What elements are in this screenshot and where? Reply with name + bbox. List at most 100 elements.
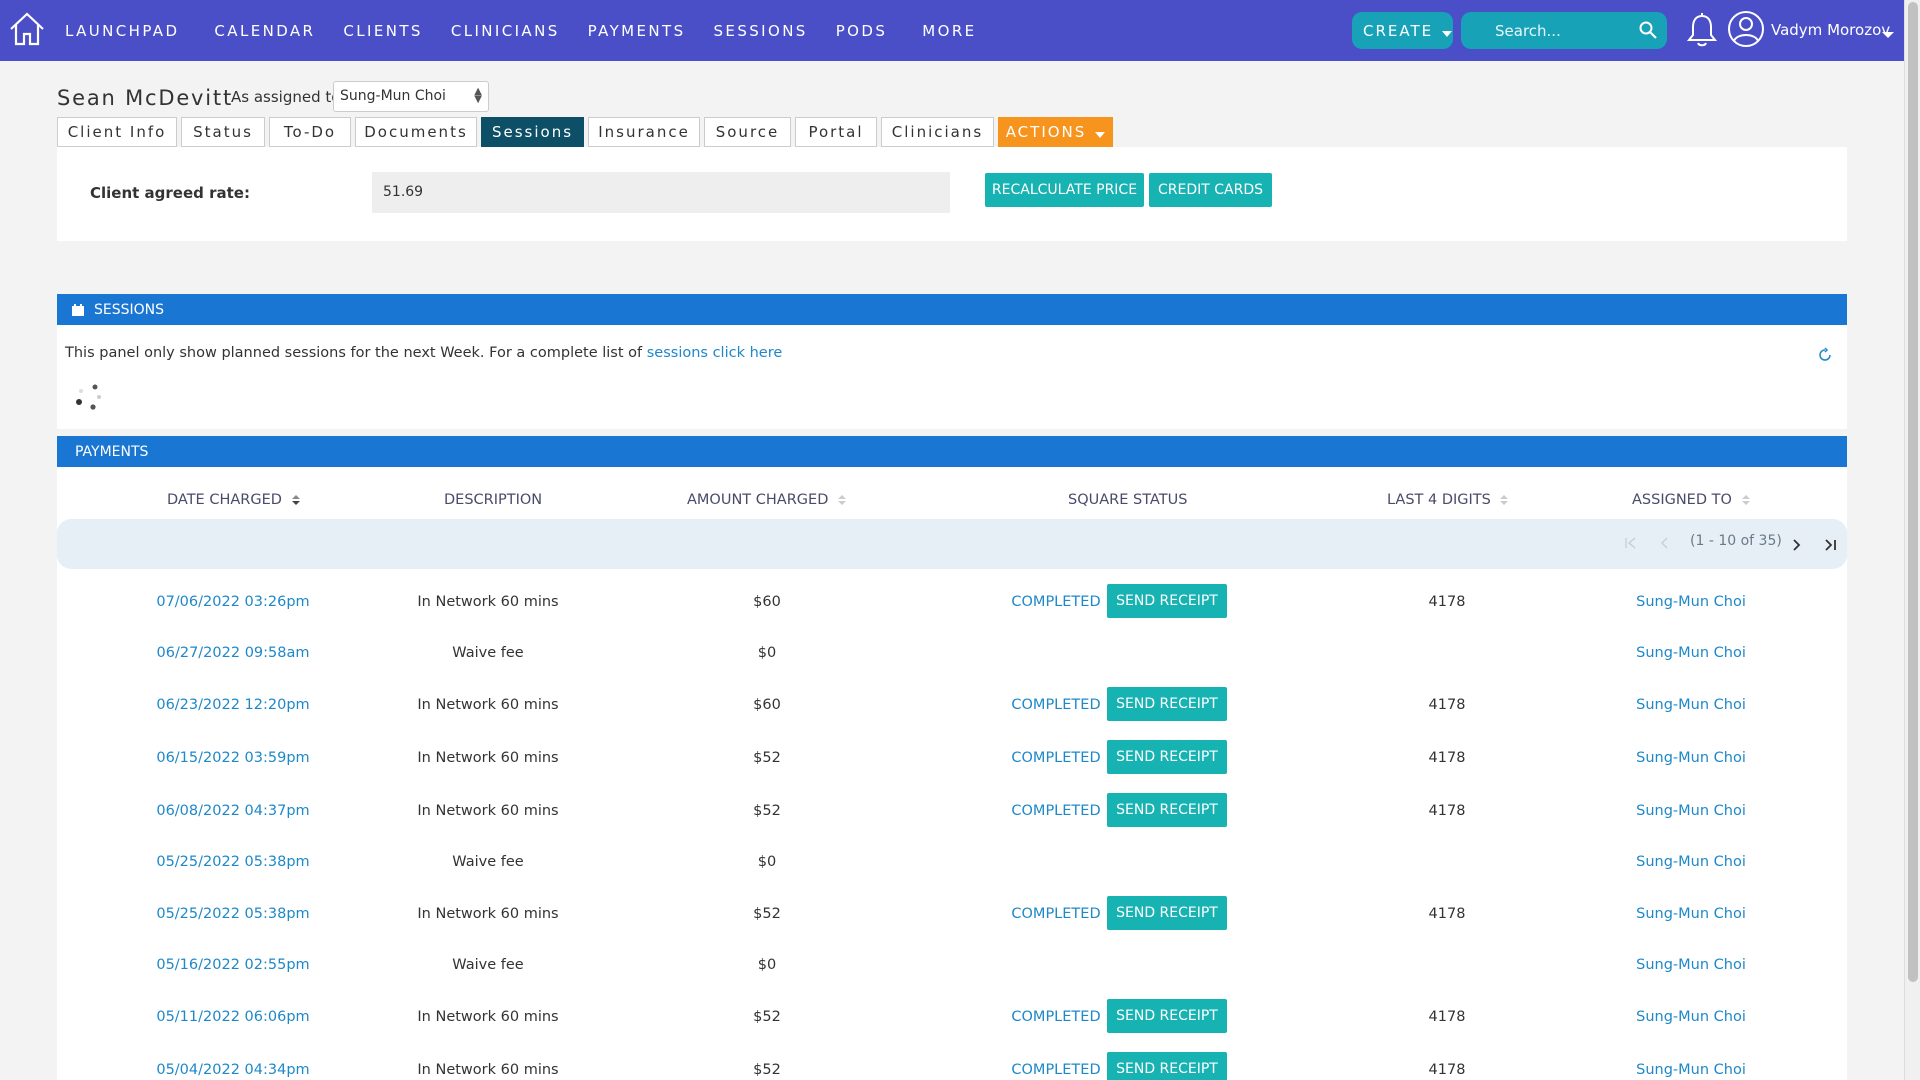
payment-assigned-link[interactable]: Sung-Mun Choi (1636, 594, 1746, 610)
create-button[interactable]: CREATE (1352, 12, 1453, 49)
payment-description: Waive fee (452, 645, 524, 661)
scrollbar-thumb[interactable] (1908, 2, 1918, 982)
nav-sessions[interactable]: SESSIONS (714, 22, 808, 40)
send-receipt-button[interactable]: SEND RECEIPT (1107, 896, 1227, 930)
payment-status: COMPLETED (1011, 594, 1101, 610)
payment-status: COMPLETED (1011, 697, 1101, 713)
send-receipt-button[interactable]: SEND RECEIPT (1107, 793, 1227, 827)
tab-client-info[interactable]: Client Info (57, 117, 177, 147)
recalculate-price-button[interactable]: RECALCULATE PRICE (985, 173, 1144, 207)
payment-assigned-link[interactable]: Sung-Mun Choi (1636, 1062, 1746, 1078)
tab-status[interactable]: Status (181, 117, 265, 147)
calendar-icon (72, 303, 84, 316)
payment-amount: $52 (753, 803, 781, 819)
nav-launchpad[interactable]: LAUNCHPAD (65, 22, 179, 40)
payment-description: In Network 60 mins (417, 697, 559, 713)
last-page-icon[interactable] (1822, 537, 1838, 553)
payment-assigned-link[interactable]: Sung-Mun Choi (1636, 1009, 1746, 1025)
col-assigned-to[interactable]: ASSIGNED TO (1632, 492, 1752, 508)
payment-last-4: 4178 (1428, 697, 1466, 713)
rate-input[interactable]: 51.69 (372, 172, 950, 213)
payment-last-4: 4178 (1428, 803, 1466, 819)
payment-amount: $52 (753, 906, 781, 922)
payments-title: PAYMENTS (75, 443, 149, 460)
sort-icon (1741, 495, 1750, 505)
payment-assigned-link[interactable]: Sung-Mun Choi (1636, 645, 1746, 661)
payment-last-4: 4178 (1428, 594, 1466, 610)
user-name[interactable]: Vadym Morozov (1771, 21, 1890, 39)
payment-description: In Network 60 mins (417, 750, 559, 766)
prev-page-icon[interactable] (1657, 535, 1673, 551)
payment-date-link[interactable]: 05/04/2022 04:34pm (156, 1062, 309, 1078)
col-assigned-label: ASSIGNED TO (1632, 492, 1732, 508)
payment-description: Waive fee (452, 854, 524, 870)
sort-icon (1500, 495, 1509, 505)
tab-sessions[interactable]: Sessions (481, 117, 584, 147)
tab-portal[interactable]: Portal (795, 117, 877, 147)
chevron-down-icon (1442, 30, 1453, 37)
col-amount-charged[interactable]: AMOUNT CHARGED (687, 492, 848, 508)
tab-clinicians[interactable]: Clinicians (881, 117, 994, 147)
payment-amount: $0 (757, 854, 777, 870)
payment-assigned-link[interactable]: Sung-Mun Choi (1636, 906, 1746, 922)
actions-label: ACTIONS (1005, 123, 1087, 141)
payment-date-link[interactable]: 06/08/2022 04:37pm (156, 803, 309, 819)
tab-todo[interactable]: To-Do (269, 117, 351, 147)
payment-date-link[interactable]: 05/11/2022 06:06pm (156, 1009, 309, 1025)
nav-pods[interactable]: PODS (836, 22, 888, 40)
payment-date-link[interactable]: 05/25/2022 05:38pm (156, 906, 309, 922)
col-amount-label: AMOUNT CHARGED (687, 492, 829, 508)
payment-assigned-link[interactable]: Sung-Mun Choi (1636, 697, 1746, 713)
sort-icon (291, 495, 300, 505)
nav-payments[interactable]: PAYMENTS (588, 22, 686, 40)
payment-date-link[interactable]: 06/23/2022 12:20pm (156, 697, 309, 713)
first-page-icon[interactable] (1623, 535, 1639, 551)
payment-assigned-link[interactable]: Sung-Mun Choi (1636, 854, 1746, 870)
tab-insurance[interactable]: Insurance (588, 117, 700, 147)
home-icon[interactable] (8, 10, 46, 48)
refresh-icon[interactable] (1817, 347, 1833, 363)
chevron-down-icon[interactable] (1882, 32, 1894, 38)
avatar-icon[interactable] (1727, 10, 1765, 48)
send-receipt-button[interactable]: SEND RECEIPT (1107, 687, 1227, 721)
send-receipt-button[interactable]: SEND RECEIPT (1107, 1052, 1227, 1080)
col-date-charged[interactable]: DATE CHARGED (167, 492, 302, 508)
payment-assigned-link[interactable]: Sung-Mun Choi (1636, 803, 1746, 819)
client-tabs: Client Info Status To-Do Documents Sessi… (57, 117, 1117, 147)
payment-assigned-link[interactable]: Sung-Mun Choi (1636, 750, 1746, 766)
col-last-4-digits[interactable]: LAST 4 DIGITS (1387, 492, 1510, 508)
col-square-status: SQUARE STATUS (1068, 492, 1188, 508)
nav-more[interactable]: MORE (922, 22, 976, 40)
send-receipt-button[interactable]: SEND RECEIPT (1107, 740, 1227, 774)
payments-panel-header: PAYMENTS (57, 436, 1847, 467)
send-receipt-button[interactable]: SEND RECEIPT (1107, 999, 1227, 1033)
payment-date-link[interactable]: 06/27/2022 09:58am (157, 645, 310, 661)
assigned-select[interactable]: Sung-Mun Choi ▲ ▼ (333, 81, 489, 112)
payments-panel: DATE CHARGED DESCRIPTION AMOUNT CHARGED … (57, 467, 1847, 1080)
search-icon[interactable] (1639, 21, 1657, 39)
assigned-value: Sung-Mun Choi (340, 88, 446, 104)
create-label: CREATE (1363, 21, 1434, 40)
sessions-link[interactable]: sessions click here (647, 345, 783, 361)
tab-documents[interactable]: Documents (355, 117, 477, 147)
next-page-icon[interactable] (1788, 537, 1804, 553)
tab-source[interactable]: Source (704, 117, 791, 147)
nav-clinicians[interactable]: CLINICIANS (451, 22, 560, 40)
actions-dropdown[interactable]: ACTIONS (998, 117, 1113, 147)
page-scrollbar[interactable] (1904, 0, 1920, 1080)
search-input[interactable] (1461, 21, 1626, 40)
send-receipt-button[interactable]: SEND RECEIPT (1107, 584, 1227, 618)
payment-amount: $60 (753, 697, 781, 713)
nav-calendar[interactable]: CALENDAR (214, 22, 315, 40)
payment-date-link[interactable]: 06/15/2022 03:59pm (156, 750, 309, 766)
client-name: Sean McDevitt (57, 86, 233, 110)
bell-icon[interactable] (1686, 12, 1718, 48)
chevron-down-icon (1095, 132, 1106, 138)
payment-assigned-link[interactable]: Sung-Mun Choi (1636, 957, 1746, 973)
sessions-panel: This panel only show planned sessions fo… (57, 325, 1847, 429)
credit-cards-button[interactable]: CREDIT CARDS (1149, 173, 1272, 207)
payment-date-link[interactable]: 05/16/2022 02:55pm (156, 957, 309, 973)
payment-date-link[interactable]: 05/25/2022 05:38pm (156, 854, 309, 870)
nav-clients[interactable]: CLIENTS (343, 22, 422, 40)
payment-date-link[interactable]: 07/06/2022 03:26pm (156, 594, 309, 610)
